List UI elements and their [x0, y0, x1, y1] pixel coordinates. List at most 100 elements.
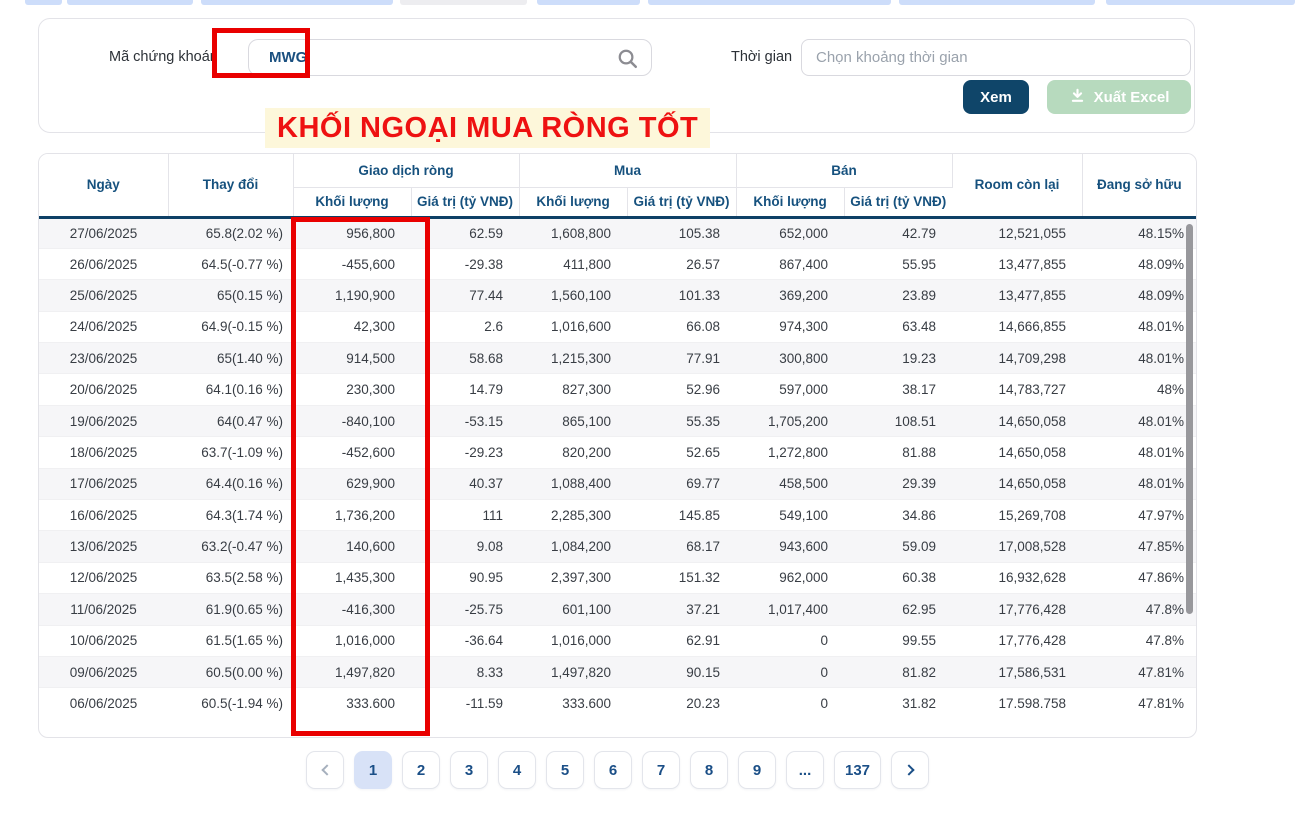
cell-room-remaining: 14,650,058 [952, 436, 1083, 469]
page-button-3[interactable]: 3 [450, 751, 488, 789]
scrollbar-thumb[interactable] [1186, 224, 1193, 614]
cell-date: 18/06/2025 [39, 436, 168, 469]
cell-sell-volume: 1,705,200 [736, 404, 845, 437]
cell-date: 17/06/2025 [39, 467, 168, 500]
pagination-ellipsis[interactable]: ... [786, 751, 824, 789]
cell-sell-value: 81.82 [844, 655, 953, 688]
cell-room-remaining: 16,932,628 [952, 561, 1083, 594]
cell-sell-value: 23.89 [844, 279, 953, 312]
cell-change: 63.2(-0.47 %) [168, 530, 293, 563]
cell-buy-value: 69.77 [627, 467, 737, 500]
annotation-highlight: KHỐI NGOẠI MUA RÒNG TỐT [265, 108, 711, 148]
time-range-placeholder: Chọn khoảng thời gian [816, 49, 968, 66]
cell-owned-percent: 48.01% [1082, 467, 1196, 500]
cell-buy-value: 145.85 [627, 499, 737, 531]
cell-buy-value: 66.08 [627, 310, 737, 343]
table-row: 11/06/2025 61.9(0.65 %) -416,300 -25.75 601,… [39, 593, 1196, 626]
page-button-137[interactable]: 137 [834, 751, 882, 789]
cell-sell-volume: 369,200 [736, 279, 845, 312]
cell-change: 64.5(-0.77 %) [168, 247, 293, 280]
cell-buy-value: 26.57 [627, 247, 737, 280]
cell-sell-value: 31.82 [844, 687, 953, 720]
cell-change: 64.3(1.74 %) [168, 499, 293, 531]
cell-date: 19/06/2025 [39, 404, 168, 437]
tab-remnant [1106, 0, 1295, 5]
cell-room-remaining: 13,477,855 [952, 279, 1083, 312]
cell-owned-percent: 47.97% [1082, 499, 1196, 531]
cell-buy-volume: 2,285,300 [519, 499, 628, 531]
table-row: 10/06/2025 61.5(1.65 %) 1,016,000 -36.64 1,0… [39, 624, 1196, 657]
pagination-next-button[interactable] [891, 751, 930, 789]
chevron-right-icon [902, 764, 915, 776]
foreign-trading-page: Mã chứng khoán MWG Thời gian Chọn khoảng… [0, 0, 1295, 825]
cell-sell-value: 81.88 [844, 436, 953, 469]
table-row: 23/06/2025 65(1.40 %) 914,500 58.68 1,215,30… [39, 342, 1196, 374]
cell-sell-value: 29.39 [844, 467, 953, 500]
column-group-sell: Bán [736, 154, 953, 188]
page-button-7[interactable]: 7 [642, 751, 680, 789]
view-button[interactable]: Xem [963, 80, 1029, 114]
cell-buy-volume: 1,497,820 [519, 655, 628, 688]
table-row: 19/06/2025 64(0.47 %) -840,100 -53.15 865,10… [39, 404, 1196, 437]
cell-change: 60.5(0.00 %) [168, 655, 293, 688]
cell-buy-value: 62.91 [627, 624, 737, 657]
cell-room-remaining: 17,776,428 [952, 593, 1083, 626]
column-header-room: Room còn lại [952, 154, 1083, 219]
pagination-prev-button[interactable] [306, 751, 344, 789]
table-card: Ngày Thay đổi Giao dịch ròng Mua Bán Roo… [38, 153, 1197, 738]
cell-sell-volume: 943,600 [736, 530, 845, 563]
table-body: 27/06/2025 65.8(2.02 %) 956,800 62.59 1,608,… [39, 217, 1196, 720]
cell-buy-value: 151.32 [627, 561, 737, 594]
cell-date: 06/06/2025 [39, 687, 168, 720]
cell-buy-volume: 333.600 [519, 687, 628, 720]
cell-change: 61.5(1.65 %) [168, 624, 293, 657]
cell-owned-percent: 48.01% [1082, 436, 1196, 469]
cell-date: 10/06/2025 [39, 624, 168, 657]
cell-buy-value: 52.96 [627, 373, 737, 406]
cell-buy-value: 105.38 [627, 217, 737, 249]
cell-buy-value: 68.17 [627, 530, 737, 563]
cell-sell-volume: 652,000 [736, 217, 845, 249]
page-button-1[interactable]: 1 [354, 751, 392, 789]
table-row: 12/06/2025 63.5(2.58 %) 1,435,300 90.95 2,39… [39, 561, 1196, 594]
cell-change: 65(0.15 %) [168, 279, 293, 312]
cell-date: 25/06/2025 [39, 279, 168, 312]
cell-date: 24/06/2025 [39, 310, 168, 343]
cell-sell-volume: 0 [736, 624, 845, 657]
cell-buy-volume: 1,088,400 [519, 467, 628, 500]
page-button-8[interactable]: 8 [690, 751, 728, 789]
cell-change: 64(0.47 %) [168, 404, 293, 437]
cell-date: 13/06/2025 [39, 530, 168, 563]
cell-sell-volume: 597,000 [736, 373, 845, 406]
cell-buy-value: 37.21 [627, 593, 737, 626]
page-button-6[interactable]: 6 [594, 751, 632, 789]
cell-buy-value: 55.35 [627, 404, 737, 437]
cell-date: 27/06/2025 [39, 217, 168, 249]
page-button-9[interactable]: 9 [738, 751, 776, 789]
cell-sell-value: 108.51 [844, 404, 953, 437]
cell-room-remaining: 14,709,298 [952, 342, 1083, 374]
page-button-2[interactable]: 2 [402, 751, 440, 789]
cell-sell-value: 38.17 [844, 373, 953, 406]
cell-buy-volume: 2,397,300 [519, 561, 628, 594]
cell-change: 64.9(-0.15 %) [168, 310, 293, 343]
cell-sell-value: 42.79 [844, 217, 953, 249]
pagination: 1 2 3 4 5 6 7 8 9... 137 [306, 751, 930, 789]
export-excel-button[interactable]: Xuất Excel [1047, 80, 1191, 114]
cell-room-remaining: 15,269,708 [952, 499, 1083, 531]
time-range-input[interactable]: Chọn khoảng thời gian [801, 39, 1191, 76]
cell-owned-percent: 47.85% [1082, 530, 1196, 563]
cell-sell-volume: 458,500 [736, 467, 845, 500]
cell-sell-volume: 1,272,800 [736, 436, 845, 469]
cell-buy-value: 90.15 [627, 655, 737, 688]
search-icon[interactable] [616, 47, 639, 75]
tab-remnant [899, 0, 1095, 5]
cell-buy-value: 101.33 [627, 279, 737, 312]
table-scrollbar[interactable] [1186, 222, 1194, 737]
cell-owned-percent: 48.01% [1082, 404, 1196, 437]
page-button-4[interactable]: 4 [498, 751, 536, 789]
cell-owned-percent: 47.8% [1082, 593, 1196, 626]
page-button-5[interactable]: 5 [546, 751, 584, 789]
cell-change: 65(1.40 %) [168, 342, 293, 374]
cell-sell-value: 34.86 [844, 499, 953, 531]
